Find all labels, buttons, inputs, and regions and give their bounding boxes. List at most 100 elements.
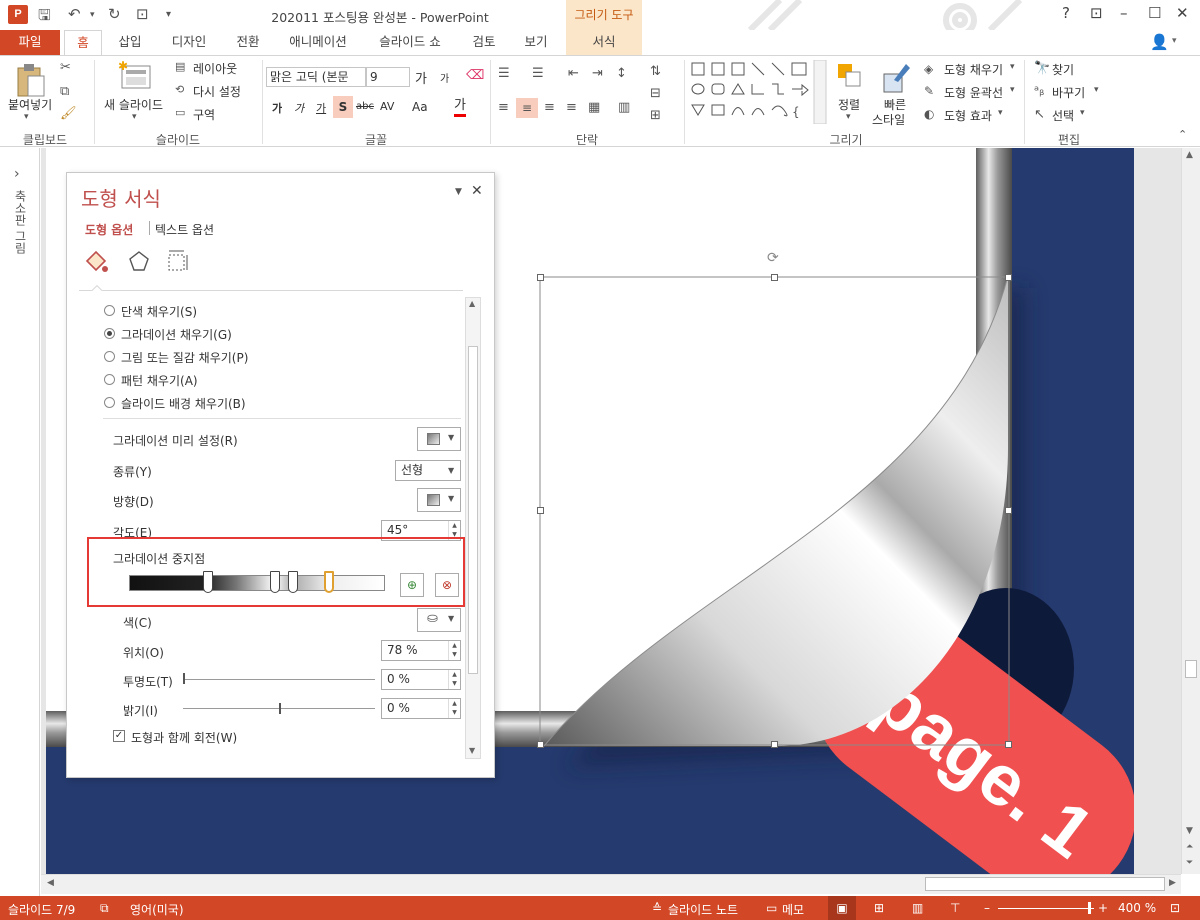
previous-slide-icon[interactable]: ⏶ xyxy=(1186,842,1193,852)
layout-icon[interactable]: ▤ xyxy=(175,60,185,73)
comments-icon[interactable]: ▭ xyxy=(766,901,777,915)
font-size-dropdown[interactable]: 9 xyxy=(366,67,410,87)
text-direction-icon[interactable]: ⇅ xyxy=(650,64,661,79)
rotate-handle-icon[interactable]: ⟳ xyxy=(767,250,779,266)
pane-close-icon[interactable]: ✕ xyxy=(471,183,483,199)
replace-button[interactable]: 바꾸기 xyxy=(1052,84,1085,101)
background-fill-radio[interactable] xyxy=(104,397,115,408)
add-gradient-stop-icon[interactable]: ⊕ xyxy=(400,573,424,597)
align-center-icon[interactable]: ≡ xyxy=(516,98,538,118)
tab-insert[interactable]: 삽입 xyxy=(108,30,152,55)
shape-outline-button[interactable]: 도형 윤곽선 xyxy=(944,84,1003,101)
resize-handle-se[interactable] xyxy=(1005,741,1012,748)
tab-format[interactable]: 서식 xyxy=(566,30,642,55)
slide-sorter-icon[interactable]: ⊞ xyxy=(874,901,884,915)
underline-button[interactable]: 가 xyxy=(316,100,326,116)
reading-view-icon[interactable]: ▥ xyxy=(912,901,923,915)
shape-fill-button[interactable]: 도형 채우기 xyxy=(944,61,1003,78)
bullets-icon[interactable]: ☰ xyxy=(498,66,510,81)
layout-button[interactable]: 레이아웃 xyxy=(193,60,237,77)
transparency-slider[interactable] xyxy=(183,679,375,680)
notes-icon[interactable]: ≙ xyxy=(652,901,662,915)
tab-review[interactable]: 검토 xyxy=(462,30,506,55)
gradient-fill-label[interactable]: 그라데이션 채우기(G) xyxy=(121,326,232,343)
resize-handle-s[interactable] xyxy=(771,741,778,748)
line-spacing-icon[interactable]: ↕ xyxy=(616,66,627,81)
horizontal-scrollbar[interactable]: ◀ ▶ xyxy=(41,874,1181,894)
paste-dropdown-icon[interactable]: ▾ xyxy=(24,112,29,122)
scroll-right-icon[interactable]: ▶ xyxy=(1169,878,1176,888)
pane-options-icon[interactable]: ▼ xyxy=(455,187,462,197)
picture-fill-label[interactable]: 그림 또는 질감 채우기(P) xyxy=(121,349,248,366)
gradient-fill-radio[interactable] xyxy=(104,328,115,339)
slideshow-view-icon[interactable]: ⊤ xyxy=(950,901,960,915)
tab-text-options[interactable]: 텍스트 옵션 xyxy=(155,221,214,238)
zoom-level[interactable]: 400 % xyxy=(1118,901,1156,915)
gradient-stop-marker[interactable] xyxy=(323,571,334,593)
clear-formatting-icon[interactable]: ⌫ xyxy=(466,68,484,83)
pane-scroll-thumb[interactable] xyxy=(468,346,478,674)
next-slide-icon[interactable]: ⏷ xyxy=(1186,858,1193,868)
shape-effects-dropdown-icon[interactable]: ▾ xyxy=(998,108,1003,118)
replace-icon[interactable]: ᵃᵦ xyxy=(1034,84,1044,99)
resize-handle-ne[interactable] xyxy=(1005,274,1012,281)
justify-icon[interactable]: ≡ xyxy=(566,100,577,115)
new-slide-dropdown-icon[interactable]: ▾ xyxy=(132,112,137,122)
maximize-icon[interactable]: ☐ xyxy=(1148,4,1161,22)
tab-file[interactable]: 파일 xyxy=(0,30,60,55)
position-spinner[interactable]: ▲ ▼ xyxy=(448,641,460,660)
brightness-spinner[interactable]: ▲ ▼ xyxy=(448,699,460,718)
fill-line-icon[interactable] xyxy=(83,249,109,275)
shape-effects-button[interactable]: 도형 효과 xyxy=(944,107,992,124)
transparency-input[interactable]: 0 % ▲ ▼ xyxy=(381,669,461,690)
reset-icon[interactable]: ⟲ xyxy=(175,83,184,96)
solid-fill-radio[interactable] xyxy=(104,305,115,316)
resize-handle-n[interactable] xyxy=(771,274,778,281)
shape-effects-icon[interactable]: ◐ xyxy=(924,107,934,121)
minimize-icon[interactable]: – xyxy=(1120,4,1128,22)
tab-animations[interactable]: 애니메이션 xyxy=(278,30,358,55)
tab-view[interactable]: 보기 xyxy=(514,30,558,55)
gradient-stop-marker[interactable] xyxy=(203,571,214,593)
select-dropdown-icon[interactable]: ▾ xyxy=(1080,108,1085,118)
gradient-stop-marker[interactable] xyxy=(269,571,280,593)
user-dropdown-icon[interactable]: ▾ xyxy=(1172,36,1177,46)
numbering-icon[interactable]: ☰ xyxy=(532,66,544,81)
help-icon[interactable]: ? xyxy=(1062,4,1070,22)
strikethrough-button[interactable]: abc xyxy=(356,101,374,112)
expand-thumbnails-icon[interactable]: › xyxy=(14,166,20,182)
paste-button[interactable]: 붙여넣기 xyxy=(8,96,52,113)
user-avatar-icon[interactable]: 👤 xyxy=(1150,33,1169,51)
zoom-out-icon[interactable]: – xyxy=(984,901,990,915)
zoom-slider[interactable] xyxy=(998,908,1094,909)
arrange-icon[interactable] xyxy=(836,62,864,90)
find-button[interactable]: 찾기 xyxy=(1052,61,1074,78)
picture-fill-radio[interactable] xyxy=(104,351,115,362)
shapes-gallery[interactable]: { xyxy=(688,60,828,124)
font-name-dropdown[interactable]: 맑은 고딕 (본문 xyxy=(266,67,366,87)
zoom-slider-thumb[interactable] xyxy=(1088,902,1091,914)
scroll-up-icon[interactable]: ▲ xyxy=(1186,150,1193,160)
size-properties-icon[interactable] xyxy=(165,249,189,273)
brightness-slider-thumb[interactable] xyxy=(279,703,281,714)
cut-icon[interactable]: ✂ xyxy=(60,60,71,75)
copy-icon[interactable]: ⧉ xyxy=(60,84,69,99)
brightness-input[interactable]: 0 % ▲ ▼ xyxy=(381,698,461,719)
gradient-stop-bar[interactable] xyxy=(129,575,385,591)
grow-font-button[interactable]: 가 xyxy=(415,68,427,87)
increase-indent-icon[interactable]: ⇥ xyxy=(592,66,603,81)
paste-icon[interactable] xyxy=(14,62,48,98)
align-text-icon[interactable]: ⊟ xyxy=(650,86,661,101)
resize-handle-nw[interactable] xyxy=(537,274,544,281)
replace-dropdown-icon[interactable]: ▾ xyxy=(1094,85,1099,95)
pattern-fill-label[interactable]: 패턴 채우기(A) xyxy=(121,372,198,389)
notes-button[interactable]: 슬라이드 노트 xyxy=(668,901,738,918)
select-button[interactable]: 선택 xyxy=(1052,107,1074,124)
pane-scroll-up-icon[interactable]: ▲ xyxy=(469,299,475,308)
char-spacing-button[interactable]: AV xyxy=(380,100,394,113)
shrink-font-button[interactable]: 가 xyxy=(440,70,449,85)
new-slide-button[interactable]: 새 슬라이드 xyxy=(104,96,163,113)
stop-position-input[interactable]: 78 % ▲ ▼ xyxy=(381,640,461,661)
italic-button[interactable]: 가 xyxy=(294,100,304,116)
align-left-icon[interactable]: ≡ xyxy=(498,100,509,115)
